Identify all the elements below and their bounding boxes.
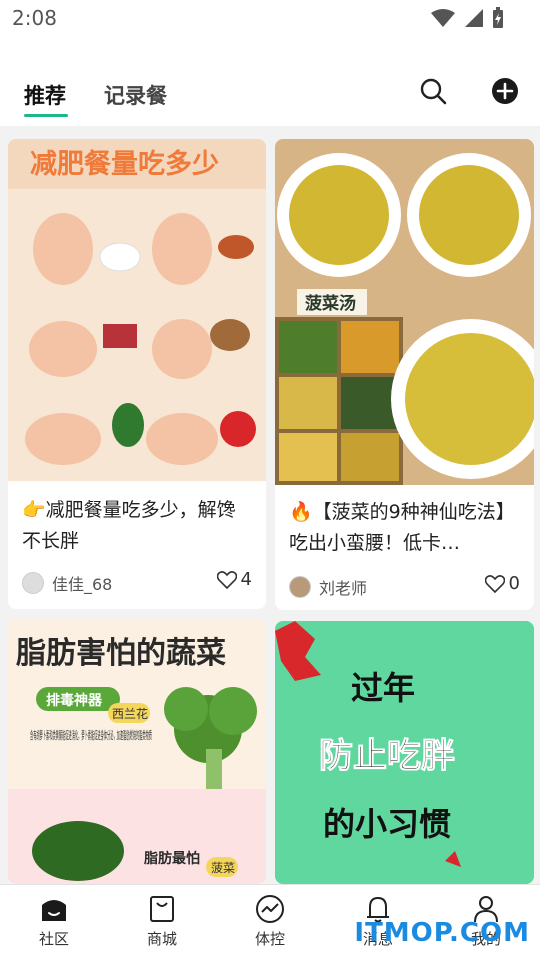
shopping-bag-icon [150, 896, 174, 922]
tab-meal-log[interactable]: 记录餐 [104, 80, 167, 110]
like-count: 0 [508, 573, 520, 594]
card-image-title: 减肥餐量吃多少 [30, 149, 219, 180]
community-icon [42, 900, 66, 921]
card-image-label: 西兰花 [112, 706, 148, 721]
author-name: 刘老师 [319, 579, 368, 598]
feed-card[interactable]: 菠菜汤 🔥【菠菜的9种神仙吃法】吃出小蛮腰！低卡… 刘老师 0 [275, 139, 534, 610]
nav-community[interactable]: 社区 [14, 893, 94, 949]
card-title: 👉减肥餐量吃多少，解馋不长胖 [22, 499, 236, 552]
avatar [289, 576, 311, 598]
feed-card[interactable]: 脂肪害怕的蔬菜 排毒神器 西兰花 含有胡萝卜素和类黄酮能促进消化，萝卜素能促进身… [8, 619, 266, 884]
status-time: 2:08 [12, 6, 57, 30]
nav-label: 商城 [146, 930, 177, 948]
author-name: 佳佳_68 [52, 575, 113, 594]
card-image-desc: 含有胡萝卜素和类黄酮能促进消化，萝卜素能促进身体分泌，加速脂肪燃烧的脂类物质 [30, 728, 152, 742]
watermark: ITMOP.COM [354, 918, 530, 948]
like-button[interactable]: 0 [484, 573, 520, 594]
like-button[interactable]: 4 [216, 569, 252, 590]
card-image-line-1: 过年 [351, 669, 415, 707]
nav-label: 体控 [254, 930, 285, 948]
avatar [22, 572, 44, 594]
card-image: 过年 防止吃胖 的小习惯 [275, 621, 534, 884]
card-image: 脂肪害怕的蔬菜 排毒神器 西兰花 含有胡萝卜素和类黄酮能促进消化，萝卜素能促进身… [8, 619, 266, 884]
status-bar: 2:08 [0, 0, 540, 36]
card-image-title: 菠菜汤 [305, 294, 356, 314]
card-image-title: 脂肪害怕的蔬菜 [16, 636, 226, 671]
card-image-line-3: 的小习惯 [323, 805, 451, 843]
nav-label: 社区 [38, 930, 69, 948]
top-header: 推荐 记录餐 [0, 36, 540, 126]
plus-circle-icon[interactable] [490, 76, 520, 106]
card-image-subtitle: 排毒神器 [46, 692, 103, 709]
card-title: 🔥【菠菜的9种神仙吃法】吃出小蛮腰！低卡… [289, 501, 515, 554]
card-author[interactable]: 刘老师 [289, 575, 367, 599]
heart-icon [484, 574, 505, 593]
feed-card[interactable]: 减肥餐量吃多少 👉减肥餐量吃多少，解馋不长胖 佳佳_68 4 [8, 139, 266, 609]
nav-shop[interactable]: 商城 [122, 893, 202, 949]
card-image: 菠菜汤 [275, 139, 534, 485]
battery-icon [493, 7, 503, 28]
card-image-line-2: 防止吃胖 [319, 736, 455, 776]
wifi-icon [431, 9, 455, 27]
trend-icon [256, 895, 284, 923]
card-image: 减肥餐量吃多少 [8, 139, 266, 481]
signal-icon [465, 9, 483, 27]
like-count: 4 [240, 569, 252, 590]
tab-recommend[interactable]: 推荐 [24, 80, 66, 110]
card-image-label-2: 菠菜 [211, 861, 235, 875]
status-icons [430, 7, 504, 29]
feed-card[interactable]: 过年 防止吃胖 的小习惯 [275, 621, 534, 884]
heart-icon [216, 570, 237, 589]
card-image-subtitle-2: 脂肪最怕 [143, 850, 200, 867]
nav-body-control[interactable]: 体控 [230, 893, 310, 949]
card-author[interactable]: 佳佳_68 [22, 571, 112, 595]
search-icon[interactable] [418, 76, 448, 106]
active-tab-indicator [24, 114, 68, 117]
